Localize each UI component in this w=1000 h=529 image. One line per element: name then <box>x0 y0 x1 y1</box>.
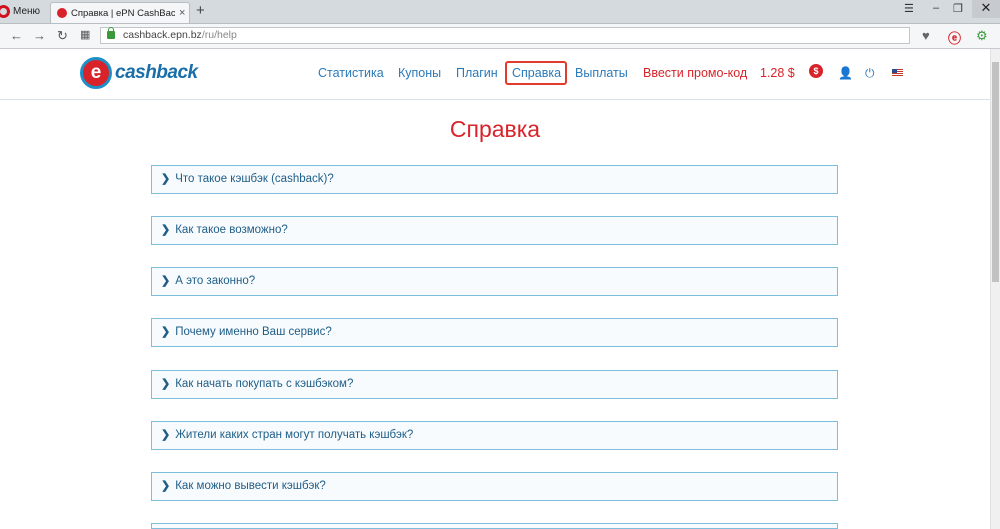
epn-extension-icon[interactable]: ⓔ <box>948 28 961 47</box>
faq-item[interactable]: ❯ Как начать покупать с кэшбэком? <box>151 370 838 399</box>
faq-question: Почему именно Ваш сервис? <box>175 326 332 338</box>
back-icon[interactable]: ← <box>10 28 23 43</box>
secure-lock-icon <box>107 27 115 39</box>
faq-question: Как можно вывести кэшбэк? <box>175 480 326 492</box>
faq-item[interactable]: ❯ Почему именно Ваш сервис? <box>151 318 838 347</box>
opera-logo-icon <box>0 5 10 18</box>
chevron-right-icon: ❯ <box>161 326 171 338</box>
nav-plugin[interactable]: Плагин <box>456 66 498 80</box>
chevron-right-icon: ❯ <box>161 429 171 441</box>
scrollbar-thumb[interactable] <box>992 62 999 282</box>
reload-icon[interactable]: ↻ <box>57 28 68 44</box>
page-title: Справка <box>449 116 541 142</box>
url-input[interactable]: cashback.epn.bz/ru/help <box>100 27 910 44</box>
faq-question: Как такое возможно? <box>175 224 288 236</box>
dollar-badge-icon[interactable]: $ <box>809 64 823 78</box>
url-path: /ru/help <box>201 29 237 41</box>
browser-tab-active[interactable]: Справка | ePN CashBack - × <box>50 2 190 23</box>
faq-item[interactable]: ❯ Что такое кэшбэк (cashback)? <box>151 165 838 194</box>
faq-item[interactable]: ❯ Как такое возможно? <box>151 216 838 245</box>
chevron-right-icon: ❯ <box>161 480 171 492</box>
speed-dial-icon[interactable]: ▦ <box>80 28 90 41</box>
flag-canton <box>892 69 897 73</box>
user-icon[interactable]: 👤 <box>838 66 853 80</box>
site-logo[interactable]: e cashback <box>80 57 198 89</box>
nav-payouts[interactable]: Выплаты <box>575 66 628 80</box>
balance-amount: 1.28 $ <box>760 66 795 80</box>
minimize-icon[interactable]: – <box>933 2 939 14</box>
address-bar: ← → ↻ ▦ cashback.epn.bz/ru/help ♥ ⓔ ⚙ <box>0 24 1000 49</box>
faq-question: Как начать покупать с кэшбэком? <box>175 378 354 390</box>
browser-menu-label: Меню <box>13 6 41 17</box>
faq-item[interactable]: ❯ Жители каких стран могут получать кэшбэ… <box>151 421 838 450</box>
faq-question: Что такое кэшбэк (cashback)? <box>175 173 334 185</box>
chevron-right-icon: ❯ <box>161 224 171 236</box>
nav-help[interactable]: Справка <box>512 66 561 80</box>
tab-menu-icon[interactable]: ☰ <box>904 2 914 15</box>
window-close-icon[interactable]: ✕ <box>972 0 1000 18</box>
faq-question: А это законно? <box>175 275 256 287</box>
site-header: e cashback Статистика Купоны Плагин Спра… <box>0 49 990 100</box>
logo-circle-icon: e <box>80 57 112 89</box>
chevron-right-icon: ❯ <box>161 173 171 185</box>
maximize-icon[interactable]: ❐ <box>953 2 963 15</box>
nav-coupons[interactable]: Купоны <box>398 66 441 80</box>
faq-item[interactable]: ❯ А это законно? <box>151 267 838 296</box>
chevron-right-icon: ❯ <box>161 275 171 287</box>
tab-favicon-icon <box>57 8 67 18</box>
nav-statistics[interactable]: Статистика <box>318 66 384 80</box>
extension-icon[interactable]: ⚙ <box>976 28 988 44</box>
tab-close-icon[interactable]: × <box>179 7 185 19</box>
tab-title: Справка | ePN CashBack - <box>71 7 175 19</box>
heart-icon[interactable]: ♥ <box>922 28 930 43</box>
logo-text: cashback <box>115 62 198 83</box>
faq-item[interactable]: ❯ Как можно вывести кэшбэк? <box>151 472 838 501</box>
new-tab-button[interactable]: + <box>196 2 205 19</box>
browser-menu-button[interactable]: Меню <box>0 0 46 23</box>
us-flag-icon[interactable] <box>892 69 903 77</box>
promo-code-link[interactable]: Ввести промо-код <box>643 66 747 80</box>
faq-question: Жители каких стран могут получать кэшбэк… <box>175 429 414 441</box>
chevron-right-icon: ❯ <box>161 378 171 390</box>
power-icon[interactable]: ⏻ <box>865 66 875 81</box>
url-host: cashback.epn.bz <box>123 29 202 41</box>
browser-tab-bar: Меню Справка | ePN CashBack - × + ☰ – ❐ … <box>0 0 1000 24</box>
faq-item-partial[interactable] <box>151 523 838 529</box>
forward-icon[interactable]: → <box>33 28 46 43</box>
